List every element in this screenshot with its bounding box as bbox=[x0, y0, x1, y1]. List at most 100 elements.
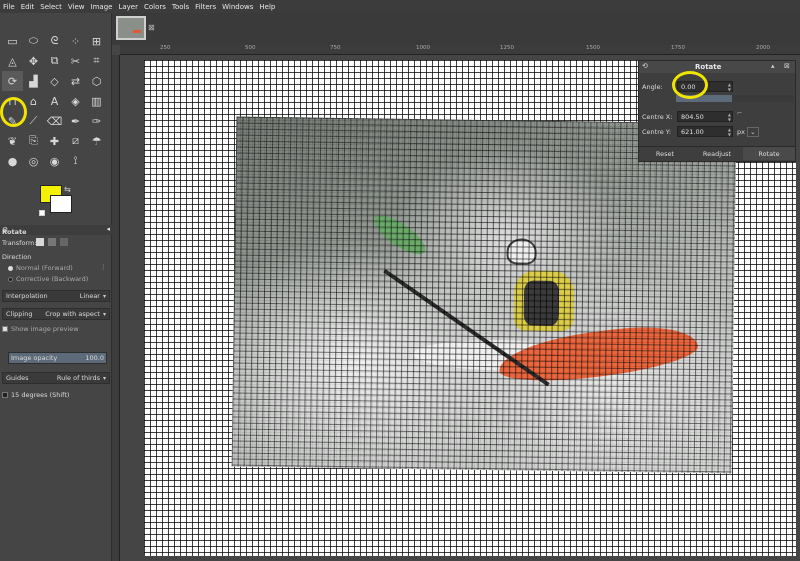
readjust-button[interactable]: Readjust bbox=[691, 146, 743, 160]
move-icon[interactable]: ✥ bbox=[23, 51, 44, 71]
rect-select-icon[interactable]: ▭ bbox=[2, 31, 23, 51]
clipping-label: Clipping bbox=[6, 310, 33, 318]
menu-layer[interactable]: Layer bbox=[118, 3, 138, 11]
scissors-icon[interactable]: ✂ bbox=[65, 51, 86, 71]
ruler-label: 750 bbox=[330, 45, 341, 51]
cage-icon[interactable]: ⬡ bbox=[86, 71, 107, 91]
horizontal-ruler[interactable]: 250 500 750 1000 1250 1500 1750 2000 bbox=[120, 45, 800, 55]
image-tab-bar: ⊠ bbox=[112, 13, 800, 45]
fill-icon[interactable]: ▟ bbox=[23, 71, 44, 91]
menu-colors[interactable]: Colors bbox=[144, 3, 166, 11]
interpolation-select[interactable]: Interpolation Linear ▾ bbox=[2, 290, 110, 302]
kayak-photo-layer[interactable] bbox=[231, 116, 737, 474]
spin-arrows-icon[interactable]: ▲ ▼ bbox=[728, 82, 731, 92]
menu-image[interactable]: Image bbox=[91, 3, 113, 11]
ruler-label: 500 bbox=[245, 45, 256, 51]
gradient-icon[interactable]: ▥ bbox=[86, 91, 107, 111]
image-opacity-slider[interactable]: Image opacity 100.0 bbox=[8, 352, 107, 364]
interpolation-label: Interpolation bbox=[6, 292, 48, 300]
align-icon[interactable]: ⧉ bbox=[44, 51, 65, 71]
bucket-fill-icon[interactable]: ◈ bbox=[65, 91, 86, 111]
fuzzy-select-icon[interactable]: ⁘ bbox=[65, 31, 86, 51]
menu-file[interactable]: File bbox=[3, 3, 15, 11]
tab-menu-icon[interactable]: ◂ bbox=[106, 225, 110, 233]
dialog-close-icon[interactable]: ⊠ bbox=[784, 62, 790, 70]
centre-y-input[interactable]: 621.00 ▲ ▼ bbox=[677, 126, 733, 137]
rotate-dialog-title: Rotate bbox=[695, 63, 722, 71]
guides-label: Guides bbox=[6, 374, 29, 382]
ruler-label: 1500 bbox=[586, 45, 600, 51]
ink-icon[interactable]: ✑ bbox=[86, 111, 107, 131]
menu-select[interactable]: Select bbox=[40, 3, 62, 11]
tab-close-icon[interactable]: ⊠ bbox=[148, 23, 155, 32]
direction-corrective-radio[interactable]: Corrective (Backward) bbox=[8, 275, 88, 283]
rotate-button[interactable]: Rotate bbox=[743, 146, 795, 160]
chevron-down-icon: ▾ bbox=[102, 375, 106, 382]
reset-button[interactable]: Reset bbox=[639, 146, 691, 160]
image-tab-thumbnail[interactable] bbox=[116, 16, 146, 40]
ruler-label: 1750 bbox=[671, 45, 685, 51]
blur-icon[interactable]: ☂ bbox=[86, 131, 107, 151]
constrain-checkbox[interactable]: 15 degrees (Shift) bbox=[2, 391, 69, 399]
select-by-color-icon[interactable]: ⊞ bbox=[86, 31, 107, 51]
grid-overlay bbox=[231, 116, 737, 474]
text-tool-icon[interactable]: A bbox=[44, 91, 65, 111]
flip-icon[interactable]: ⇄ bbox=[65, 71, 86, 91]
eraser-icon[interactable]: ⌫ bbox=[44, 111, 65, 131]
chevron-down-icon: ▾ bbox=[102, 293, 106, 300]
clone-icon[interactable]: ⎘ bbox=[23, 131, 44, 151]
menu-edit[interactable]: Edit bbox=[21, 3, 35, 11]
menu-filters[interactable]: Filters bbox=[195, 3, 216, 11]
unit-select[interactable]: px ⌄ bbox=[737, 127, 759, 137]
menu-help[interactable]: Help bbox=[259, 3, 275, 11]
interpolation-value: Linear bbox=[79, 292, 100, 300]
swap-colors-icon[interactable]: ⇆ bbox=[64, 185, 71, 194]
toolbox: ▭ ⬭ ᘓ ⁘ ⊞ ◬ ✥ ⧉ ✂ ⌗ ⟳ ▟ ◇ ⇄ ⬡ ⊓ ⌂ A ◈ ▥ … bbox=[0, 13, 112, 561]
paths-icon[interactable]: ◬ bbox=[2, 51, 23, 71]
clipping-value: Crop with aspect bbox=[45, 310, 100, 318]
spin-arrows-icon[interactable]: ▲ ▼ bbox=[728, 127, 731, 137]
transform-layer-icon[interactable] bbox=[36, 238, 44, 246]
centre-y-label: Centre Y: bbox=[642, 128, 672, 136]
transform-selection-icon[interactable] bbox=[48, 238, 56, 246]
ruler-label: 1000 bbox=[416, 45, 430, 51]
dialog-menu-icon[interactable]: ▴ bbox=[771, 62, 775, 70]
rotate-dialog-icon: ⟲ bbox=[642, 62, 648, 70]
spin-arrows-icon[interactable]: ▲ ▼ bbox=[728, 112, 731, 122]
transform-path-icon[interactable] bbox=[60, 238, 68, 246]
menu-bar: File Edit Select View Image Layer Colors… bbox=[0, 0, 800, 13]
angle-label: Angle: bbox=[642, 83, 663, 91]
color-picker-icon[interactable]: ⟟ bbox=[65, 151, 86, 171]
heal-icon[interactable]: ✚ bbox=[44, 131, 65, 151]
vertical-ruler[interactable] bbox=[112, 55, 120, 561]
dodge-burn-icon[interactable]: ◎ bbox=[23, 151, 44, 171]
measure-icon[interactable]: ◉ bbox=[44, 151, 65, 171]
chevron-down-icon: ▾ bbox=[102, 311, 106, 318]
centre-y-value: 621.00 bbox=[681, 127, 704, 136]
show-preview-checkbox[interactable]: Show image preview bbox=[2, 325, 79, 333]
centre-x-input[interactable]: 804.50 ▲ ▼ bbox=[677, 111, 733, 122]
ruler-label: 250 bbox=[160, 45, 171, 51]
crop-icon[interactable]: ⌗ bbox=[86, 51, 107, 71]
warp-icon[interactable]: ◇ bbox=[44, 71, 65, 91]
background-color-swatch[interactable] bbox=[50, 195, 72, 213]
airbrush-icon[interactable]: ✒ bbox=[65, 111, 86, 131]
centre-x-value: 804.50 bbox=[681, 112, 704, 121]
rotate-dialog-titlebar[interactable]: ⟲ Rotate ▴ ⊠ bbox=[639, 61, 795, 73]
perspective-clone-icon[interactable]: ⧄ bbox=[65, 131, 86, 151]
reset-colors-icon[interactable] bbox=[39, 210, 45, 216]
menu-windows[interactable]: Windows bbox=[222, 3, 253, 11]
smudge-icon[interactable]: ● bbox=[2, 151, 23, 171]
ruler-label: 2000 bbox=[756, 45, 770, 51]
clipping-select[interactable]: Clipping Crop with aspect ▾ bbox=[2, 308, 110, 320]
menu-view[interactable]: View bbox=[68, 3, 85, 11]
mypaint-brush-icon[interactable]: ❦ bbox=[2, 131, 23, 151]
guides-select[interactable]: Guides Rule of thirds ▾ bbox=[2, 372, 110, 384]
menu-tools[interactable]: Tools bbox=[172, 3, 189, 11]
chain-link-icon[interactable]: ⌐ bbox=[737, 109, 742, 117]
ellipse-select-icon[interactable]: ⬭ bbox=[23, 31, 44, 51]
direction-chain-icon[interactable]: ⋮ bbox=[100, 263, 107, 271]
rotate-tool-icon[interactable]: ⟳ bbox=[2, 71, 23, 91]
direction-normal-radio[interactable]: Normal (Forward) bbox=[8, 264, 73, 272]
free-select-icon[interactable]: ᘓ bbox=[44, 31, 65, 51]
